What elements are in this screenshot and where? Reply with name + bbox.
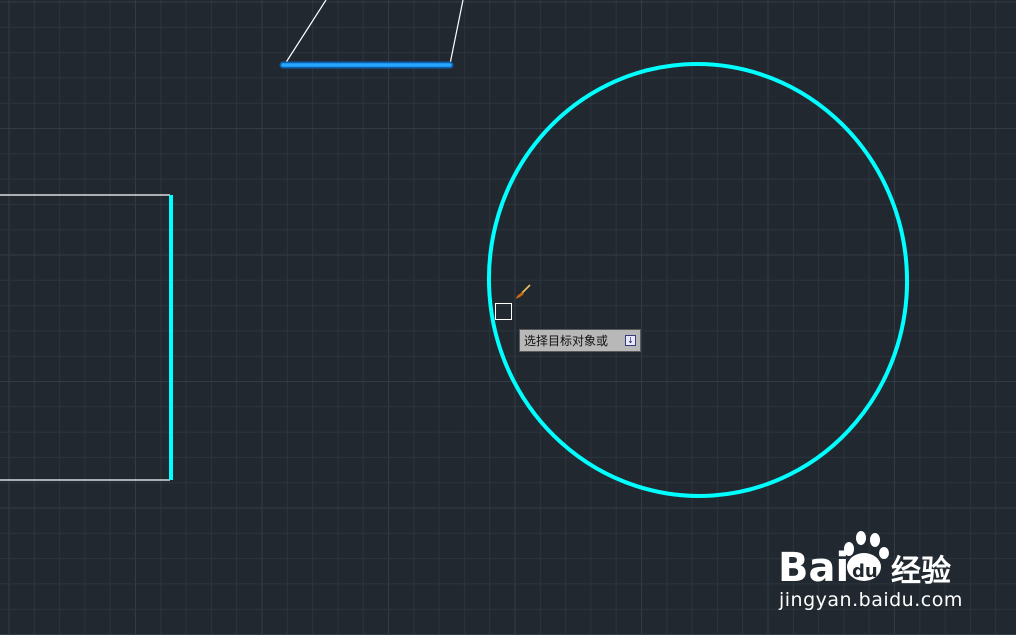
drawing-canvas[interactable]: 选择目标对象或 ↓ Bai du 经验 jingyan.baidu.com [0,0,1016,635]
watermark-logo-text: Bai [778,545,849,591]
watermark-url: jingyan.baidu.com [779,589,963,611]
down-arrow-icon[interactable]: ↓ [625,335,636,346]
watermark-paw-text: du [852,561,878,582]
trapezoid-shape[interactable] [284,0,327,65]
watermark-suffix: 经验 [891,554,951,589]
square-pickbox-icon [495,303,512,320]
trapezoid-shape-right-edge[interactable] [449,0,464,65]
command-prompt-tooltip: 选择目标对象或 ↓ [519,329,641,352]
tooltip-prompt-text: 选择目标对象或 [524,333,609,348]
paw-icon: du [844,531,889,582]
paintbrush-icon [514,284,532,300]
